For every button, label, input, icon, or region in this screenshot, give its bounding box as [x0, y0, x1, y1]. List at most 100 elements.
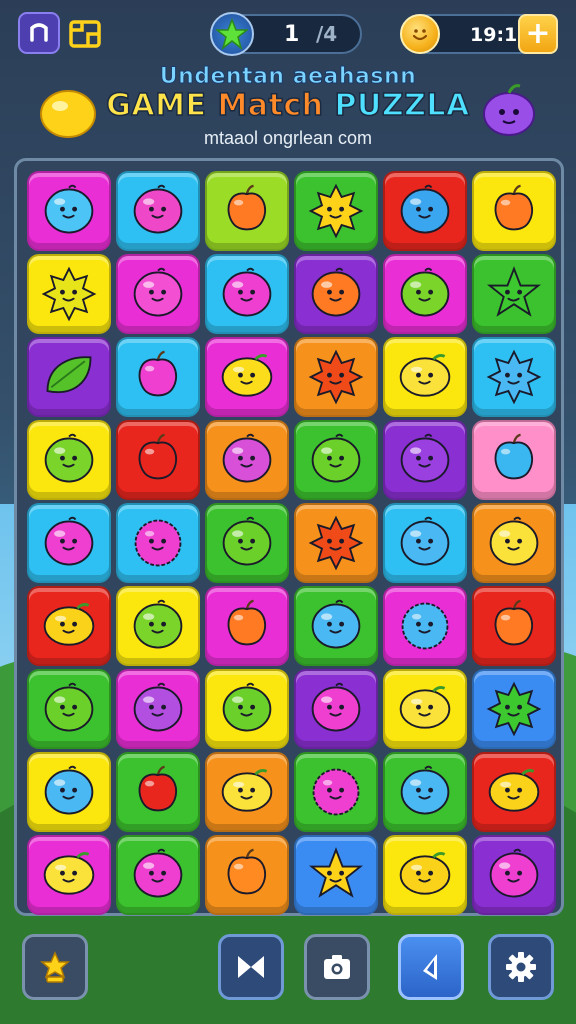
tile-r8-c3[interactable]: [205, 752, 289, 832]
star-fruit-icon: [308, 183, 364, 239]
tile-r4-c3[interactable]: [205, 420, 289, 500]
tile-r7-c2[interactable]: [116, 669, 200, 749]
tile-r6-c5[interactable]: [383, 586, 467, 666]
tile-r7-c4[interactable]: [294, 669, 378, 749]
tile-r8-c5[interactable]: [383, 752, 467, 832]
round-fruit-icon: [133, 599, 183, 649]
lemon-fruit-icon: [43, 603, 95, 646]
leaf-fruit-icon: [46, 356, 92, 394]
apple-fruit-icon: [138, 350, 177, 397]
tile-r4-c1[interactable]: [27, 420, 111, 500]
tile-r2-c1[interactable]: [27, 254, 111, 334]
smile-icon: [412, 29, 428, 41]
tile-r3-c2[interactable]: [116, 337, 200, 417]
round-fruit-icon: [133, 848, 183, 898]
tile-r1-c3[interactable]: [205, 171, 289, 251]
round-fruit-icon: [311, 433, 361, 483]
round-fruit-icon: [44, 433, 94, 483]
title-word-puzzle: PUZZLA: [334, 87, 470, 124]
level-indicator: 1 /4: [210, 12, 362, 56]
star5-fruit-icon: [487, 266, 541, 317]
lemon-fruit-icon: [399, 354, 451, 397]
tile-r6-c3[interactable]: [205, 586, 289, 666]
coin-value: 19:1: [470, 24, 518, 46]
bowtie-icon: [238, 956, 264, 978]
tile-r7-c1[interactable]: [27, 669, 111, 749]
tile-r8-c1[interactable]: [27, 752, 111, 832]
lemon-fruit-icon: [221, 769, 273, 812]
tile-r7-c3[interactable]: [205, 669, 289, 749]
tile-r6-c6[interactable]: [472, 586, 556, 666]
tile-r2-c4[interactable]: [294, 254, 378, 334]
tile-r8-c6[interactable]: [472, 752, 556, 832]
tile-r4-c4[interactable]: [294, 420, 378, 500]
trophy-button[interactable]: [22, 934, 88, 1000]
tile-r4-c5[interactable]: [383, 420, 467, 500]
coin-counter: 19:1 +: [400, 14, 558, 54]
tile-r3-c4[interactable]: [294, 337, 378, 417]
round-fruit-icon: [489, 848, 539, 898]
tile-r9-c3[interactable]: [205, 835, 289, 915]
tile-r6-c1[interactable]: [27, 586, 111, 666]
lemon-fruit-icon: [488, 769, 540, 812]
tile-r9-c2[interactable]: [116, 835, 200, 915]
tile-r1-c1[interactable]: [27, 171, 111, 251]
tile-r9-c6[interactable]: [472, 835, 556, 915]
tile-r2-c5[interactable]: [383, 254, 467, 334]
tile-r1-c5[interactable]: [383, 171, 467, 251]
shuffle-button[interactable]: [218, 934, 284, 1000]
tile-r5-c6[interactable]: [472, 503, 556, 583]
settings-button[interactable]: [488, 934, 554, 1000]
music-note-icon: [30, 23, 48, 42]
round-fruit-icon: [44, 765, 94, 815]
tile-r8-c4[interactable]: [294, 752, 378, 832]
back-icon: [423, 954, 437, 980]
tile-r6-c2[interactable]: [116, 586, 200, 666]
tile-r5-c3[interactable]: [205, 503, 289, 583]
round-fruit-icon: [133, 267, 183, 317]
title-word-game: GAME: [106, 87, 207, 124]
tile-r8-c2[interactable]: [116, 752, 200, 832]
music-button[interactable]: [18, 12, 60, 54]
gear-icon: [506, 952, 536, 982]
tile-r5-c5[interactable]: [383, 503, 467, 583]
lemon-mascot-icon: [40, 90, 96, 138]
tile-r9-c1[interactable]: [27, 835, 111, 915]
tile-r9-c5[interactable]: [383, 835, 467, 915]
tile-r9-c4[interactable]: [294, 835, 378, 915]
camera-button[interactable]: [304, 934, 370, 1000]
round-fruit-icon: [222, 267, 272, 317]
round-fruit-icon: [489, 516, 539, 566]
tile-r6-c4[interactable]: [294, 586, 378, 666]
tile-r2-c3[interactable]: [205, 254, 289, 334]
add-coins-button[interactable]: +: [518, 14, 558, 54]
star-icon: [216, 18, 248, 50]
tile-r1-c4[interactable]: [294, 171, 378, 251]
tile-r5-c4[interactable]: [294, 503, 378, 583]
title-word-match: Match: [217, 87, 324, 124]
tile-r7-c6[interactable]: [472, 669, 556, 749]
tile-r4-c6[interactable]: [472, 420, 556, 500]
tile-r3-c1[interactable]: [27, 337, 111, 417]
tile-r3-c6[interactable]: [472, 337, 556, 417]
round-fruit-icon: [400, 433, 450, 483]
lemon-fruit-icon: [399, 686, 451, 729]
tile-r7-c5[interactable]: [383, 669, 467, 749]
tile-r5-c1[interactable]: [27, 503, 111, 583]
tile-r1-c2[interactable]: [116, 171, 200, 251]
tile-r3-c3[interactable]: [205, 337, 289, 417]
tile-r4-c2[interactable]: [116, 420, 200, 500]
apple-fruit-icon: [227, 184, 266, 231]
lemon-fruit-icon: [43, 852, 95, 895]
tile-r2-c6[interactable]: [472, 254, 556, 334]
berry-fruit-icon: [134, 519, 182, 567]
tile-r1-c6[interactable]: [472, 171, 556, 251]
apple-fruit-icon: [227, 848, 266, 895]
tile-r3-c5[interactable]: [383, 337, 467, 417]
star-fruit-icon: [486, 349, 542, 405]
tile-r5-c2[interactable]: [116, 503, 200, 583]
gallery-icon[interactable]: [68, 16, 102, 50]
round-fruit-icon: [133, 184, 183, 234]
back-button[interactable]: [398, 934, 464, 1000]
tile-r2-c2[interactable]: [116, 254, 200, 334]
